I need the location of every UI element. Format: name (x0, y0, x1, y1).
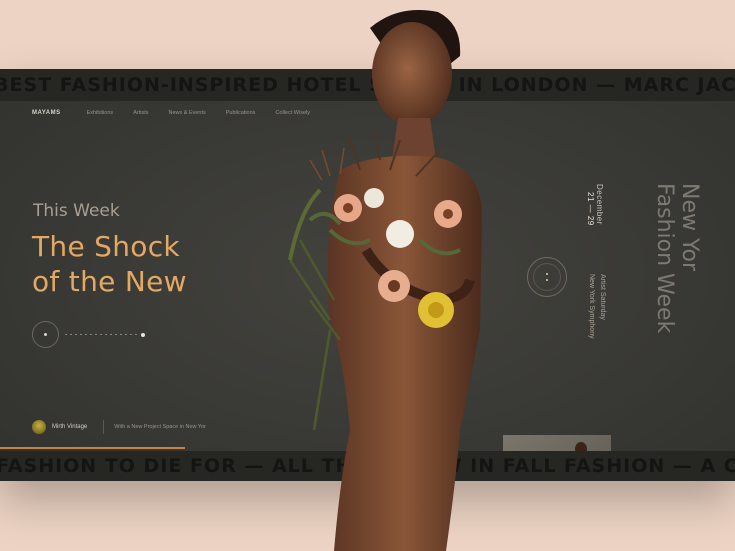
event-info: Artist Saturday New York Symphony (586, 274, 608, 339)
avatar[interactable] (32, 420, 46, 434)
event-title: New Yor Fashion Week (652, 183, 702, 333)
nav-item-artists[interactable]: Artists (133, 110, 148, 116)
hero-title-line-1: The Shock (32, 230, 180, 263)
event-place: New York Symphony (588, 274, 595, 339)
main-nav: MAYAMS Exhibitions Artists News & Events… (32, 110, 310, 116)
event-name: Artist Saturday (599, 274, 606, 320)
progress-end-dot[interactable] (141, 332, 145, 337)
event-date: December 21 — 29 (586, 184, 604, 226)
event-title-line-2: Fashion Week (652, 183, 677, 334)
hero-subtitle: This Week (33, 201, 120, 221)
event-month: December (595, 184, 604, 225)
slide-progress (32, 321, 145, 348)
slide-nav-ring[interactable] (527, 257, 567, 297)
dot-icon (44, 333, 47, 336)
model-with-flowers-photo (288, 10, 482, 551)
event-dates: 21 — 29 (586, 192, 595, 226)
hero-title-line-2: of the New (32, 265, 187, 298)
nav-item-exhibitions[interactable]: Exhibitions (87, 110, 114, 116)
slide-nav-inner (533, 263, 561, 291)
progress-dots (65, 334, 137, 335)
hero-title: The Shock of the New (32, 229, 187, 299)
prev-slide-button[interactable] (32, 321, 59, 348)
event-title-line-1: New Yor (677, 183, 702, 271)
progress-accent-line (0, 447, 185, 449)
divider (103, 420, 105, 434)
dot-icon (546, 279, 548, 281)
nav-item-news-events[interactable]: News & Events (168, 110, 205, 116)
dot-icon (546, 273, 548, 275)
nav-item-publications[interactable]: Publications (226, 110, 256, 116)
author-description: With a New Project Space in New Yor (114, 424, 206, 430)
author-block: Mirth Vintage With a New Project Space i… (32, 420, 206, 434)
page-background: BEST FASHION-INSPIRED HOTEL SUITES IN LO… (0, 0, 735, 551)
site-logo[interactable]: MAYAMS (32, 110, 61, 116)
author-name[interactable]: Mirth Vintage (52, 424, 87, 430)
